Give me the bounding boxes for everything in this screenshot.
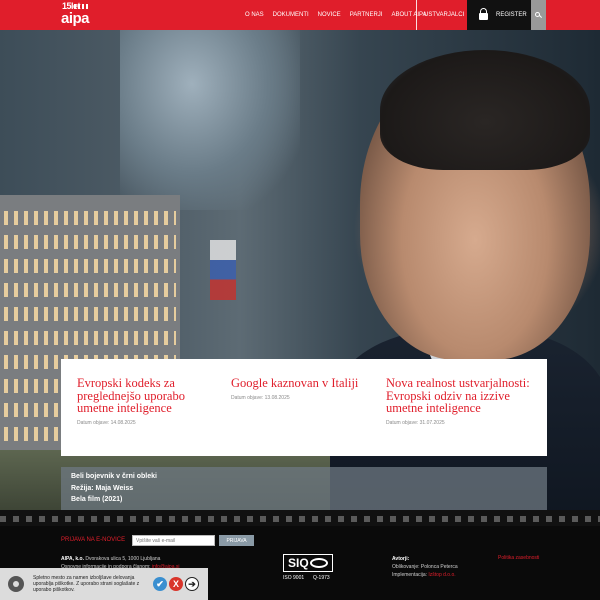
- main-nav: O NAS DOKUMENTI NOVICE PARTNERJI ABOUT A…: [245, 0, 436, 30]
- register-button[interactable]: REGISTER: [467, 0, 531, 30]
- gear-icon[interactable]: [6, 574, 26, 594]
- cookie-banner: Spletno mesto za namen izboljšave delova…: [0, 568, 208, 600]
- newsletter-submit-button[interactable]: PRIJAVA: [219, 535, 254, 546]
- logo-word: aipa: [61, 10, 90, 27]
- nav-ustvarjalci[interactable]: USTVARJALCI: [424, 12, 464, 18]
- news-cards: Evropski kodeks za preglednejšo uporabo …: [61, 359, 547, 456]
- nav-o-nas[interactable]: O NAS: [245, 12, 264, 18]
- news-title[interactable]: Nova realnost ustvarjalnosti: Evropski o…: [386, 377, 536, 415]
- lock-icon: [479, 8, 488, 20]
- siq-certification-logo: SIQ ISO 9001 Q-1973: [283, 554, 335, 582]
- news-date: Datum objave: 13.08.2025: [231, 394, 290, 401]
- nav-divider: [416, 0, 417, 30]
- film-title: Beli bojevnik v črni obleki: [71, 473, 157, 480]
- header: 15let aipa O NAS DOKUMENTI NOVICE PARTNE…: [0, 0, 600, 30]
- siq-letters: SIQ: [288, 556, 309, 570]
- search-button[interactable]: [531, 0, 546, 30]
- register-label: REGISTER: [496, 12, 527, 18]
- cookie-text: Spletno mesto za namen izboljšave delova…: [33, 575, 140, 593]
- news-card-2[interactable]: Google kaznovan v Italiji Datum objave: …: [231, 377, 379, 474]
- cert-number: Q-1973: [313, 575, 330, 581]
- logo-film-bars: [74, 4, 90, 9]
- cookie-more-button[interactable]: ➔: [185, 577, 199, 591]
- company-name: AIPA, k.o.: [61, 556, 84, 562]
- news-card-1[interactable]: Evropski kodeks za preglednejšo uporabo …: [77, 377, 217, 474]
- news-title[interactable]: Google kaznovan v Italiji: [231, 377, 379, 390]
- film-caption[interactable]: Beli bojevnik v črni obleki Režija: Maja…: [61, 467, 547, 510]
- cookie-decline-button[interactable]: X: [169, 577, 183, 591]
- iso-label: ISO 9001: [283, 575, 305, 581]
- authors-label: Avtorji:: [392, 556, 410, 562]
- nav-partnerji[interactable]: PARTNERJI: [350, 12, 383, 18]
- cookie-accept-button[interactable]: ✔: [153, 577, 167, 591]
- news-card-3[interactable]: Nova realnost ustvarjalnosti: Evropski o…: [386, 377, 536, 474]
- newsletter-label: PRIJAVA NA E-NOVICE: [61, 537, 126, 543]
- impl-label: Implementacija:: [392, 572, 428, 578]
- aipa-logo[interactable]: 15let aipa: [60, 1, 94, 29]
- newsletter-email-input[interactable]: [132, 535, 215, 546]
- search-icon: [535, 11, 543, 19]
- news-title[interactable]: Evropski kodeks za preglednejšo uporabo …: [77, 377, 217, 415]
- nav-about-aipa[interactable]: ABOUT AIPA: [391, 12, 426, 18]
- footer-authors: Avtorji: Oblikovanje: Polonca Peterca Im…: [392, 555, 458, 579]
- privacy-policy-link[interactable]: Politika zasebnosti: [498, 555, 539, 561]
- impl-link[interactable]: Izštop d.o.o.: [428, 572, 455, 578]
- nav-dokumenti[interactable]: DOKUMENTI: [273, 12, 309, 18]
- film-director: Režija: Maja Weiss: [71, 485, 134, 492]
- design-credit: Oblikovanje: Polonca Peterca: [392, 564, 458, 570]
- film-strip-divider: [0, 512, 600, 526]
- film-production: Bela film (2021): [71, 496, 123, 503]
- news-date: Datum objave: 14.08.2025: [77, 419, 136, 426]
- nav-novice[interactable]: NOVICE: [318, 12, 341, 18]
- news-date: Datum objave: 31.07.2025: [386, 419, 445, 426]
- company-address: Dvorakova ulica 5, 1000 Ljubljana: [85, 556, 161, 562]
